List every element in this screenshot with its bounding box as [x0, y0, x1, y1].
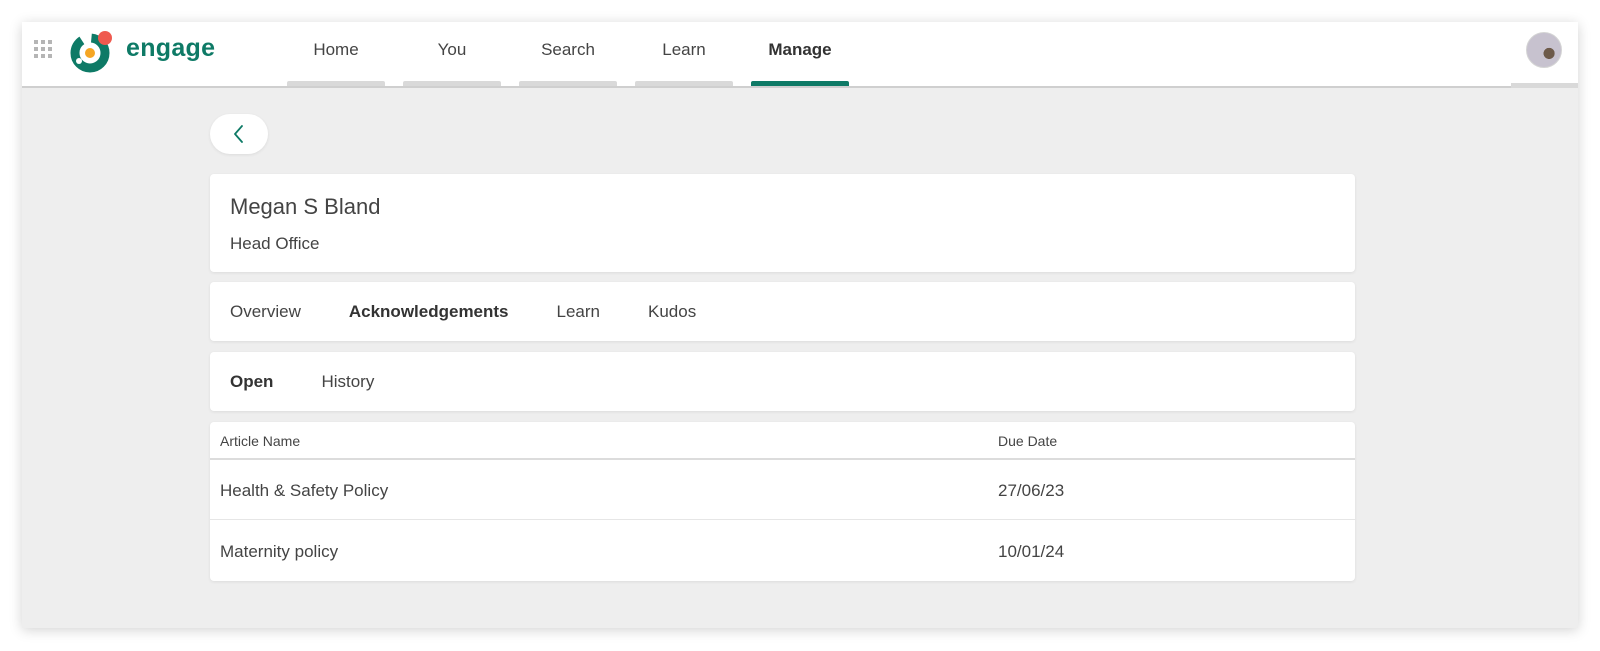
table-row[interactable]: Health & Safety Policy 27/06/23	[210, 460, 1355, 520]
main-nav: Home You Search Learn Manage	[287, 22, 867, 86]
article-name-cell: Health & Safety Policy	[220, 481, 389, 500]
article-name-cell: Maternity policy	[220, 542, 339, 561]
tab-history[interactable]: History	[321, 372, 374, 392]
back-button[interactable]	[210, 114, 268, 154]
table-header: Article Name Due Date	[210, 422, 1355, 460]
tab-open[interactable]: Open	[230, 372, 273, 392]
nav-home[interactable]: Home	[287, 22, 385, 86]
nav-home-indicator	[287, 81, 385, 86]
engage-logo-icon	[70, 31, 112, 73]
nav-you-indicator	[403, 81, 501, 86]
nav-manage-indicator	[751, 81, 849, 86]
user-avatar[interactable]	[1526, 32, 1562, 68]
nav-learn-label: Learn	[662, 40, 706, 59]
app-window: engage Home You Search Learn Manage Mega…	[22, 22, 1578, 628]
nav-manage-label: Manage	[768, 40, 832, 59]
column-header-article-name[interactable]: Article Name	[220, 433, 300, 449]
tab-kudos[interactable]: Kudos	[648, 302, 696, 322]
avatar-indicator	[1511, 83, 1578, 88]
chevron-left-icon	[234, 125, 243, 143]
tab-acknowledgements[interactable]: Acknowledgements	[349, 302, 509, 322]
nav-search-indicator	[519, 81, 617, 86]
due-date-cell: 10/01/24	[998, 542, 1065, 561]
top-bar: engage Home You Search Learn Manage	[22, 22, 1578, 88]
column-header-due-date[interactable]: Due Date	[998, 433, 1057, 449]
nav-search-label: Search	[541, 40, 595, 59]
nav-manage[interactable]: Manage	[751, 22, 849, 86]
user-location: Head Office	[230, 234, 320, 253]
status-tabs: Open History	[210, 352, 1355, 411]
nav-you-label: You	[437, 40, 467, 59]
brand-name[interactable]: engage	[126, 34, 215, 63]
profile-card: Megan S Bland Head Office	[210, 174, 1355, 272]
section-tabs: Overview Acknowledgements Learn Kudos	[210, 282, 1355, 341]
tab-learn[interactable]: Learn	[557, 302, 600, 322]
acknowledgements-table: Article Name Due Date Health & Safety Po…	[210, 422, 1355, 581]
user-name: Megan S Bland	[230, 194, 381, 219]
nav-you[interactable]: You	[403, 22, 501, 86]
nav-search[interactable]: Search	[519, 22, 617, 86]
nav-learn-indicator	[635, 81, 733, 86]
nav-learn[interactable]: Learn	[635, 22, 733, 86]
tab-overview[interactable]: Overview	[230, 302, 301, 322]
table-row[interactable]: Maternity policy 10/01/24	[210, 521, 1355, 581]
due-date-cell: 27/06/23	[998, 481, 1065, 500]
app-launcher-icon[interactable]	[34, 40, 52, 58]
nav-home-label: Home	[313, 40, 359, 59]
